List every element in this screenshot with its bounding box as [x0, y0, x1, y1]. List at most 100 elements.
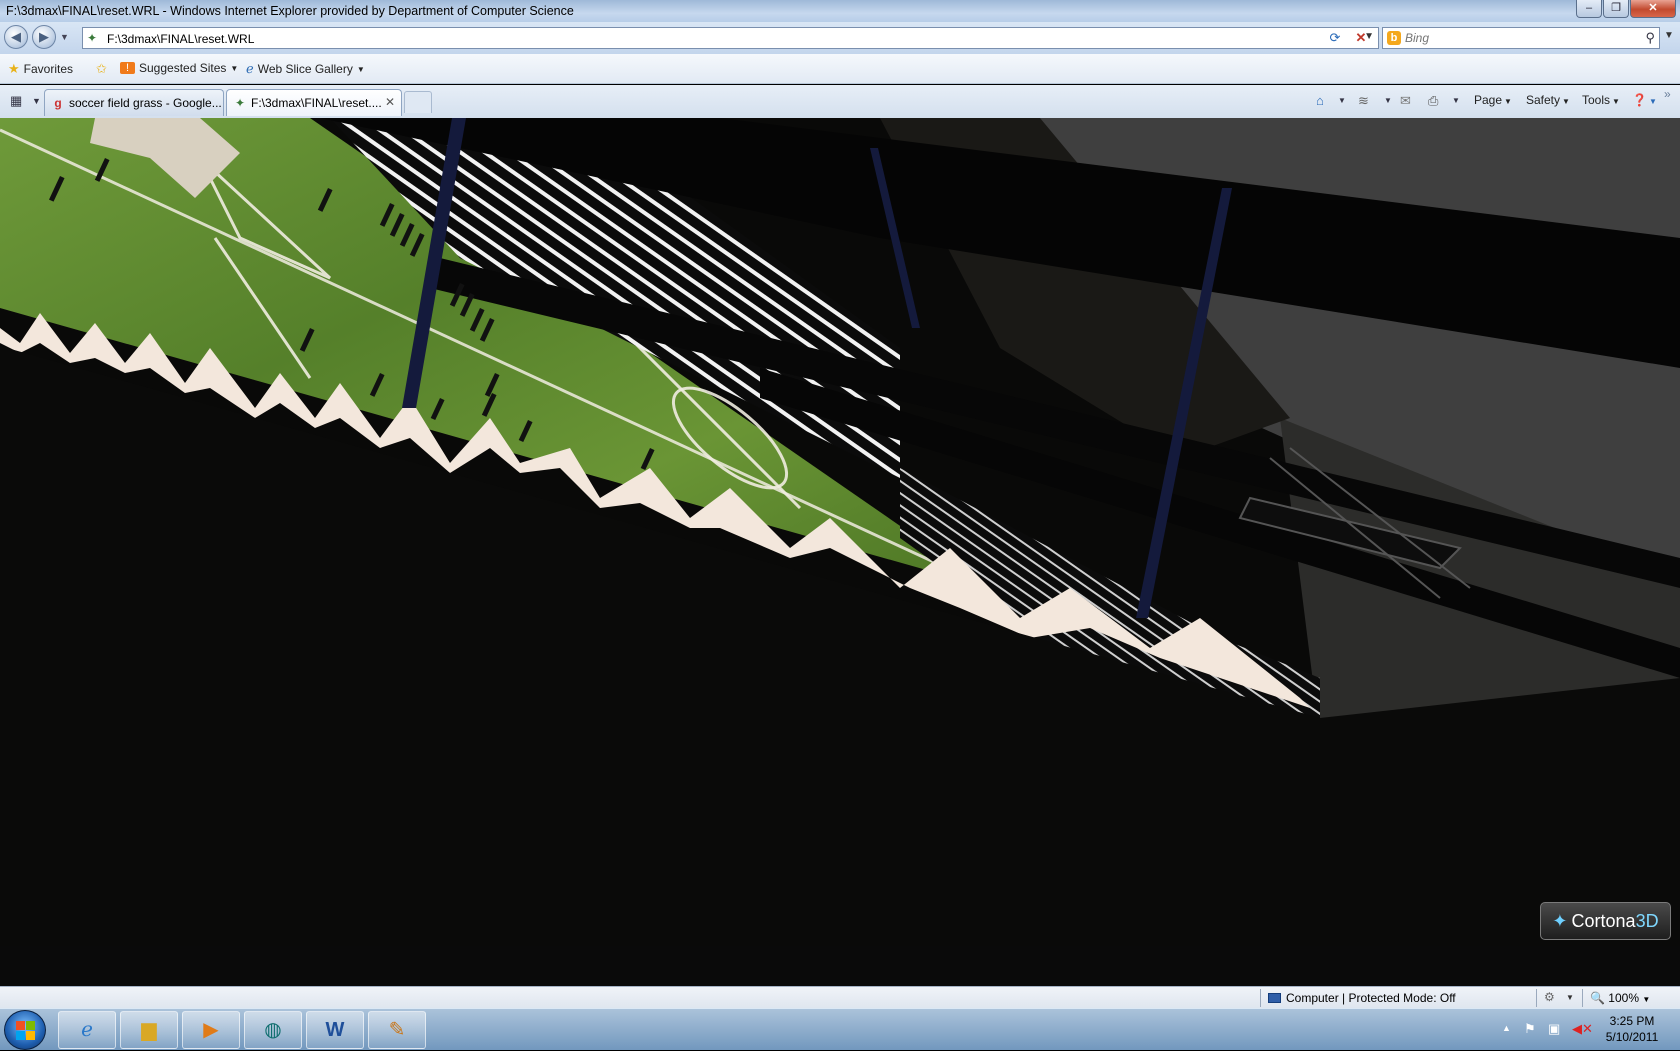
- chevron-down-icon: ▼: [1504, 97, 1512, 106]
- zoom-text: 100%: [1608, 991, 1639, 1005]
- taskbar-3dsmax[interactable]: ◍: [244, 1011, 302, 1049]
- chevron-down-icon: ▼: [1562, 97, 1570, 106]
- start-button[interactable]: [4, 1010, 46, 1050]
- recent-pages-dropdown[interactable]: ▼: [60, 32, 69, 42]
- 3dsmax-icon: ◍: [264, 1019, 282, 1041]
- minimize-button[interactable]: –: [1576, 0, 1602, 18]
- web-slice-gallery-link[interactable]: ℯ Web Slice Gallery ▼: [246, 61, 365, 77]
- zoom-level[interactable]: 🔍 100% ▼: [1590, 991, 1650, 1005]
- taskbar-internet-explorer[interactable]: ℯ: [58, 1011, 116, 1049]
- chevron-down-icon[interactable]: ▼: [1566, 993, 1574, 1002]
- read-mail-icon[interactable]: ✉: [1400, 93, 1411, 109]
- suggested-sites-link[interactable]: ! Suggested Sites ▼: [120, 61, 238, 75]
- volume-muted-icon[interactable]: ◀✕: [1572, 1021, 1593, 1037]
- security-zone-text: Computer | Protected Mode: Off: [1286, 991, 1456, 1005]
- chevron-down-icon: ▼: [1612, 97, 1620, 106]
- chevron-down-icon: ▼: [1642, 995, 1651, 1004]
- tab-soccer-field-grass[interactable]: g soccer field grass - Google...: [44, 89, 224, 116]
- suggested-sites-label: Suggested Sites: [139, 61, 227, 75]
- refresh-button[interactable]: ⟳: [1324, 27, 1346, 49]
- chevron-down-icon: ▼: [230, 63, 239, 73]
- viewer-bottom-strip: [0, 946, 1680, 986]
- add-favorite-icon: ✩: [96, 61, 107, 76]
- popup-blocker-icon[interactable]: ⚙: [1544, 990, 1555, 1004]
- feeds-icon[interactable]: ≋: [1358, 93, 1369, 109]
- help-menu[interactable]: ❓ ▼: [1632, 93, 1657, 107]
- clock-time: 3:25 PM: [1609, 1014, 1655, 1028]
- taskbar-explorer[interactable]: ▆: [120, 1011, 178, 1049]
- home-dropdown[interactable]: ▼: [1338, 96, 1346, 105]
- stop-button[interactable]: ✕: [1350, 27, 1372, 49]
- action-center-flag-icon[interactable]: ⚑: [1524, 1021, 1536, 1037]
- tab-label: soccer field grass - Google...: [69, 96, 222, 110]
- tab-reset-wrl[interactable]: ✦ F:\3dmax\FINAL\reset.... ✕: [226, 89, 402, 116]
- help-icon: ❓: [1632, 93, 1647, 107]
- chevron-down-icon: ▼: [1648, 97, 1657, 106]
- clock-date: 5/10/2011: [1605, 1030, 1659, 1044]
- back-button[interactable]: ◀: [4, 25, 28, 49]
- stadium-scene: [0, 118, 1680, 946]
- ie-icon: ℯ: [81, 1019, 93, 1041]
- favorites-bar: ★ Favorites ✩ ! Suggested Sites ▼ ℯ Web …: [0, 54, 1680, 84]
- feeds-dropdown[interactable]: ▼: [1384, 96, 1392, 105]
- page-menu[interactable]: Page ▼: [1474, 93, 1512, 107]
- zoom-icon: 🔍: [1590, 991, 1605, 1005]
- computer-icon: [1268, 993, 1281, 1003]
- taskbar-paint[interactable]: ✎: [368, 1011, 426, 1049]
- address-field[interactable]: ✦ F:\3dmax\FINAL\reset.WRL ▼: [82, 27, 1379, 49]
- forward-arrow-icon: ▶: [39, 29, 49, 44]
- taskbar-clock[interactable]: 3:25 PM 5/10/2011: [1600, 1013, 1664, 1045]
- cortona3d-logo: ✦ Cortona 3D: [1540, 902, 1671, 940]
- ie-page-icon: ℯ: [246, 61, 254, 76]
- title-bar: F:\3dmax\FINAL\reset.WRL - Windows Inter…: [0, 0, 1680, 22]
- maximize-button[interactable]: ❐: [1603, 0, 1629, 18]
- favorites-button[interactable]: ★ Favorites: [8, 61, 73, 77]
- page-type-icon: ✦: [87, 31, 98, 45]
- favorites-label: Favorites: [23, 62, 74, 76]
- new-tab-button[interactable]: [404, 91, 432, 113]
- taskbar-media-player[interactable]: ▶: [182, 1011, 240, 1049]
- star-icon: ★: [8, 61, 20, 76]
- tab-label: F:\3dmax\FINAL\reset....: [251, 96, 382, 110]
- window-title: F:\3dmax\FINAL\reset.WRL - Windows Inter…: [6, 4, 574, 18]
- toolbar-overflow-icon[interactable]: »: [1664, 87, 1671, 101]
- windows-logo-icon: [16, 1021, 36, 1041]
- search-box: b ⚲: [1382, 27, 1660, 49]
- browser-window: F:\3dmax\FINAL\reset.WRL - Windows Inter…: [0, 0, 1680, 1050]
- stop-icon: ✕: [1355, 30, 1367, 45]
- tools-menu-label: Tools: [1582, 93, 1611, 107]
- cortona-star-icon: ✦: [1552, 910, 1568, 931]
- print-icon[interactable]: ⎙: [1428, 93, 1438, 109]
- security-zone[interactable]: Computer | Protected Mode: Off: [1268, 991, 1456, 1005]
- search-input[interactable]: [1405, 30, 1625, 46]
- web-slice-gallery-label: Web Slice Gallery: [257, 62, 353, 76]
- vrml-viewport[interactable]: ✦ Cortona3D ⟟ ✈ ◉ ⇕ ✥ ✣ ⟲ ⊕ ⊻ ◀ ▶ ↶ ⛶: [0, 118, 1680, 946]
- home-icon[interactable]: ⌂: [1316, 93, 1324, 108]
- tools-menu[interactable]: Tools ▼: [1582, 93, 1620, 107]
- tab-list-dropdown[interactable]: ▼: [32, 96, 41, 106]
- folder-icon: ▆: [141, 1019, 157, 1041]
- quick-tabs-icon[interactable]: ▦: [10, 93, 22, 109]
- safety-menu-label: Safety: [1526, 93, 1561, 107]
- close-tab-icon[interactable]: ✕: [385, 95, 395, 109]
- search-icon[interactable]: ⚲: [1645, 30, 1655, 46]
- network-icon[interactable]: ▣: [1548, 1021, 1560, 1037]
- search-options-dropdown[interactable]: ▼: [1664, 30, 1674, 41]
- taskbar-word[interactable]: W: [306, 1011, 364, 1049]
- bing-icon: b: [1387, 31, 1401, 45]
- status-bar: Computer | Protected Mode: Off ⚙ ▼ 🔍 100…: [0, 986, 1680, 1008]
- show-hidden-icons[interactable]: ▲: [1502, 1023, 1511, 1033]
- suggested-sites-icon: !: [120, 62, 135, 74]
- media-player-icon: ▶: [203, 1019, 219, 1041]
- address-toolbar: ◀ ▶ ▼ ✦ F:\3dmax\FINAL\reset.WRL ▼ ⟳ ✕ b…: [0, 22, 1680, 54]
- print-dropdown[interactable]: ▼: [1452, 96, 1460, 105]
- forward-button[interactable]: ▶: [32, 25, 56, 49]
- add-to-favorites-bar-button[interactable]: ✩: [96, 61, 107, 77]
- cortona-brand-accent: 3D: [1635, 910, 1659, 931]
- taskbar: ℯ ▆ ▶ ◍ W ✎ ▲ ⚑ ▣ ◀✕ 3:25 PM 5/10/2011: [0, 1008, 1680, 1050]
- page-type-icon: ✦: [234, 96, 246, 110]
- address-url: F:\3dmax\FINAL\reset.WRL: [107, 32, 255, 46]
- safety-menu[interactable]: Safety ▼: [1526, 93, 1570, 107]
- close-window-button[interactable]: ✕: [1630, 0, 1676, 18]
- google-icon: g: [54, 96, 62, 110]
